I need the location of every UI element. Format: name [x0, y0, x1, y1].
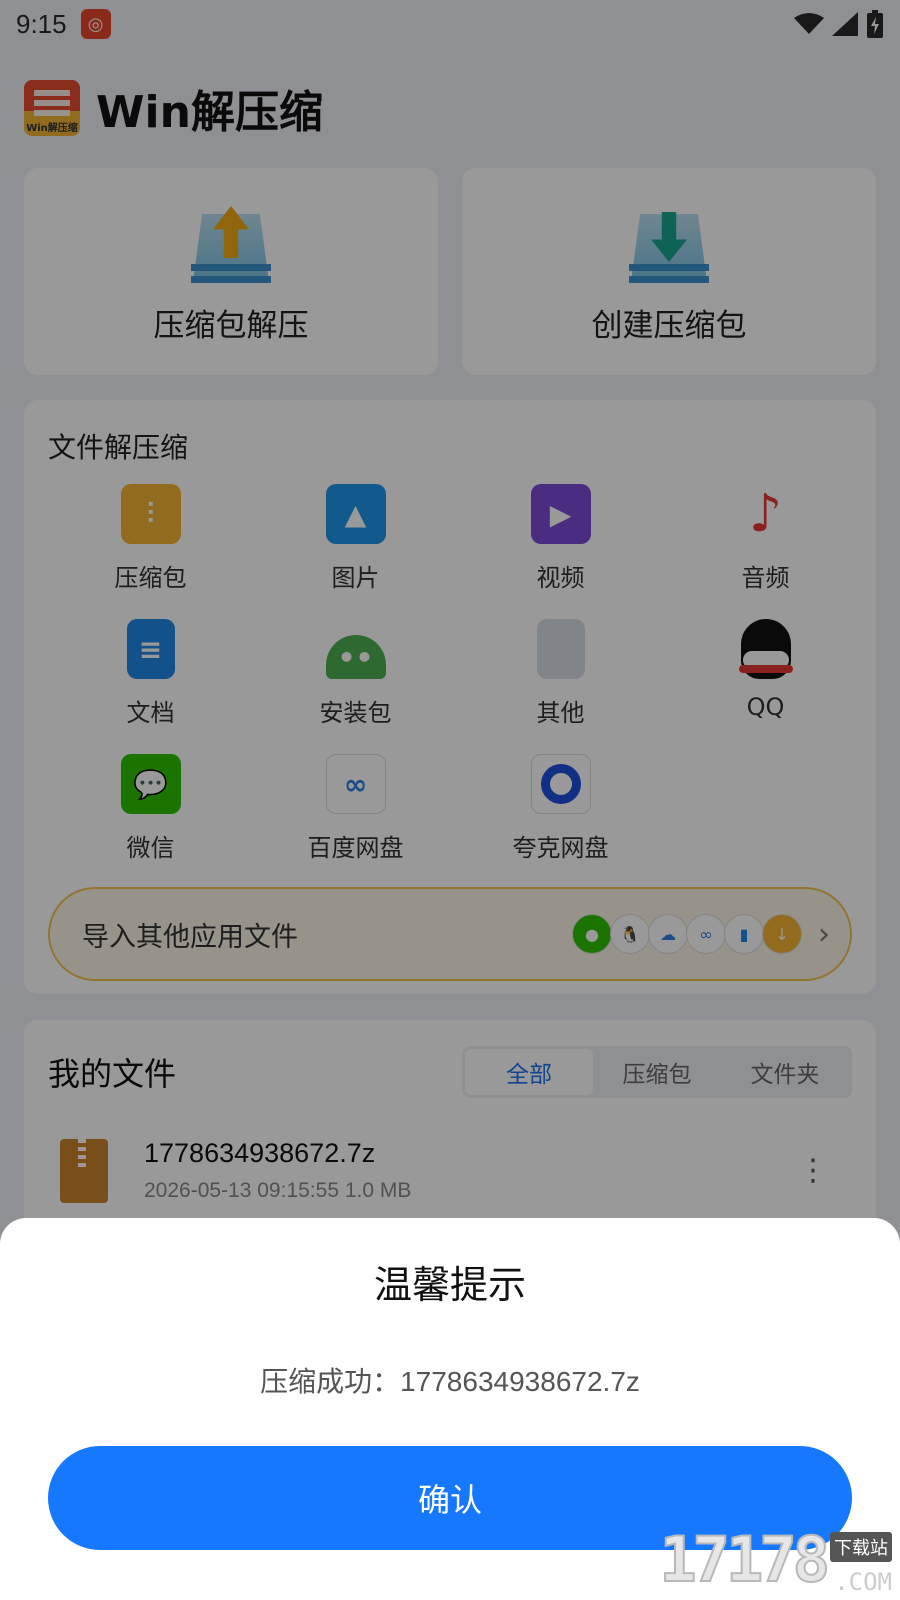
site-watermark: 17178 下载站 .COM [658, 1522, 892, 1597]
dialog-message: 压缩成功：1778634938672.7z [260, 1366, 640, 1397]
dialog-title: 温馨提示 [373, 1263, 526, 1307]
